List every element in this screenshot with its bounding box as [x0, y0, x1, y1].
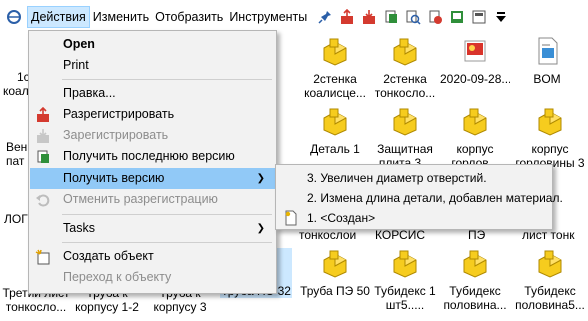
- chevron-right-icon: ❯: [256, 173, 265, 184]
- part-icon: [538, 250, 562, 278]
- version-item-3[interactable]: 3. Увеличен диаметр отверстий.: [277, 168, 551, 188]
- explorer-app-icon[interactable]: [5, 8, 23, 26]
- part-icon: [393, 108, 417, 136]
- card-icon[interactable]: [470, 8, 488, 26]
- checkin-icon[interactable]: [360, 8, 378, 26]
- file-label: КОРСИС: [375, 228, 426, 242]
- menu-separator: [62, 242, 272, 243]
- get-latest-icon[interactable]: [382, 8, 400, 26]
- menu-separator: [62, 79, 272, 80]
- menu-separator: [62, 214, 272, 215]
- menu-item-go-to-object: Переход к объекту: [63, 270, 172, 284]
- file-item[interactable]: Деталь 1: [300, 106, 370, 156]
- version-submenu: 3. Увеличен диаметр отверстий. 2. Измена…: [275, 164, 563, 230]
- part-icon: [323, 108, 347, 136]
- menu-item-create-object[interactable]: Создать объект: [30, 246, 275, 267]
- part-icon: [538, 108, 562, 136]
- part-icon: [323, 250, 347, 278]
- version-item-1[interactable]: 1. <Создан>: [277, 208, 551, 228]
- file-label: тонкослои: [299, 228, 357, 242]
- left-label: ЛОГ: [4, 212, 28, 226]
- left-label: пат: [6, 154, 25, 168]
- sync-icon[interactable]: [426, 8, 444, 26]
- get-latest-icon: [34, 148, 51, 165]
- file-item[interactable]: Труба ПЭ 50: [300, 248, 370, 298]
- menu-edit[interactable]: Изменить: [90, 7, 152, 27]
- part-icon: [393, 250, 417, 278]
- checkout-icon: [34, 106, 51, 123]
- file-item[interactable]: 2стенка коалисце...: [300, 36, 370, 100]
- menu-item-checkout[interactable]: Разрегистрировать: [30, 104, 275, 125]
- file-item[interactable]: BOM: [512, 36, 582, 86]
- dropdown-arrow-icon[interactable]: [492, 8, 510, 26]
- preview-icon[interactable]: [448, 8, 466, 26]
- chevron-right-icon: ❯: [256, 223, 265, 234]
- menu-item-print[interactable]: Print: [30, 55, 275, 76]
- menubar: Действия Изменить Отобразить Инструменты: [0, 0, 588, 34]
- part-icon: [463, 250, 487, 278]
- create-object-icon: [34, 248, 51, 265]
- file-item[interactable]: Тубидекс 1 шт5.....: [370, 248, 440, 312]
- pin-icon[interactable]: [316, 8, 334, 26]
- file-item[interactable]: Защитная плита 3...: [370, 106, 440, 170]
- bom-file-icon: [538, 37, 558, 65]
- menu-tools[interactable]: Инструменты: [226, 7, 310, 27]
- file-label: лист тонк: [522, 228, 575, 242]
- menu-item-checkin: Зарегистрировать: [30, 125, 275, 146]
- file-item[interactable]: корпус горловины 3: [512, 106, 588, 170]
- file-item[interactable]: Тубидекс половина5...: [512, 248, 588, 312]
- checkout-icon[interactable]: [338, 8, 356, 26]
- part-icon: [323, 38, 347, 66]
- file-item[interactable]: корпус горлов...: [440, 106, 510, 170]
- file-item[interactable]: 2стенка тонкосло...: [370, 36, 440, 100]
- menu-item-open[interactable]: Open: [30, 34, 275, 55]
- menu-item-get-version[interactable]: Получить версию ❯: [30, 168, 275, 189]
- left-label: Вен: [6, 140, 28, 154]
- document-icon: [283, 210, 299, 226]
- version-item-2[interactable]: 2. Измена длина детали, добавлен материа…: [277, 188, 563, 208]
- file-label: ПЭ: [468, 228, 486, 242]
- search-icon[interactable]: [404, 8, 422, 26]
- actions-menu: Open Print Правка... Разрегистрировать З…: [28, 30, 277, 294]
- file-item[interactable]: 2020-09-28...: [440, 36, 510, 86]
- menu-item-tasks[interactable]: Tasks ❯: [30, 218, 275, 239]
- menu-actions[interactable]: Действия: [27, 6, 90, 28]
- menu-item-get-latest[interactable]: Получить последнюю версию: [30, 146, 275, 167]
- file-item[interactable]: Тубидекс половина...: [440, 248, 510, 312]
- part-icon: [393, 38, 417, 66]
- undo-icon: [34, 191, 51, 208]
- menu-view[interactable]: Отобразить: [152, 7, 226, 27]
- menu-item-edit[interactable]: Правка...: [30, 83, 275, 104]
- menu-item-undo-checkout: Отменить разрегистрацию: [30, 189, 275, 210]
- image-file-icon: [464, 40, 486, 62]
- part-icon: [463, 108, 487, 136]
- checkin-icon: [34, 127, 51, 144]
